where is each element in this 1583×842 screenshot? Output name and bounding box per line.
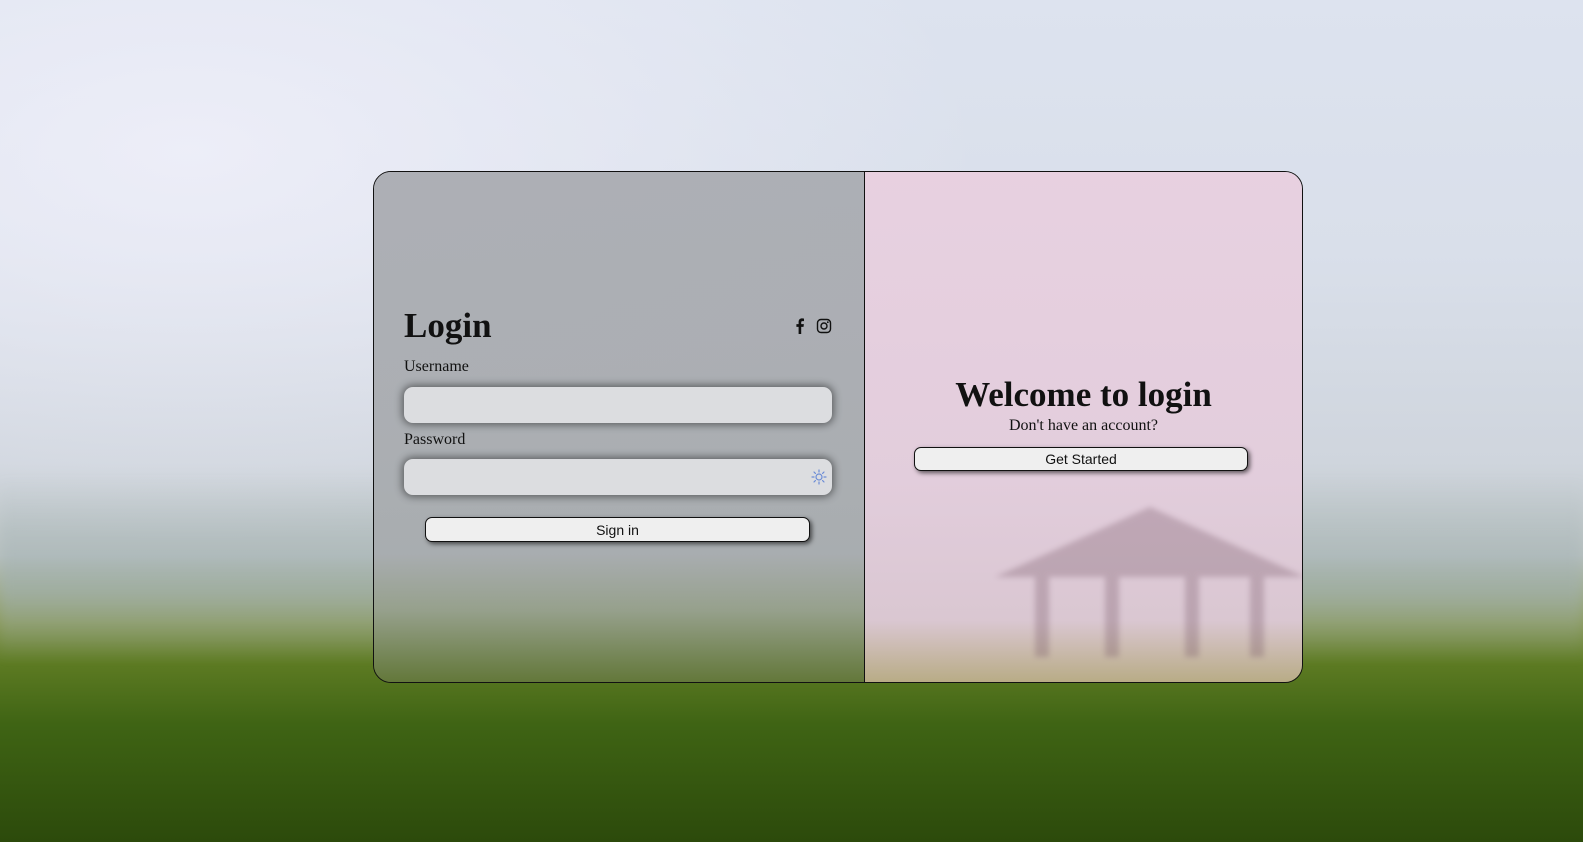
login-card: Login Username Password Sign in Welcome … bbox=[373, 171, 1303, 683]
login-title: Login bbox=[404, 306, 492, 345]
signup-prompt: Don't have an account? bbox=[1008, 417, 1159, 434]
username-label: Username bbox=[404, 358, 469, 375]
username-input[interactable] bbox=[404, 387, 832, 423]
password-label: Password bbox=[404, 431, 466, 448]
welcome-panel: Welcome to login Don't have an account? … bbox=[865, 172, 1302, 682]
login-header: Login bbox=[404, 306, 832, 346]
instagram-icon[interactable] bbox=[816, 318, 832, 334]
facebook-icon[interactable] bbox=[792, 318, 808, 334]
welcome-title: Welcome to login bbox=[955, 375, 1212, 414]
password-input[interactable] bbox=[404, 459, 832, 495]
sign-in-button[interactable]: Sign in bbox=[425, 517, 810, 542]
get-started-button[interactable]: Get Started bbox=[914, 447, 1248, 471]
login-panel: Login Username Password Sign in bbox=[374, 172, 865, 682]
social-links bbox=[792, 318, 832, 334]
gazebo-silhouette bbox=[995, 507, 1302, 657]
password-manager-icon[interactable] bbox=[811, 469, 827, 485]
